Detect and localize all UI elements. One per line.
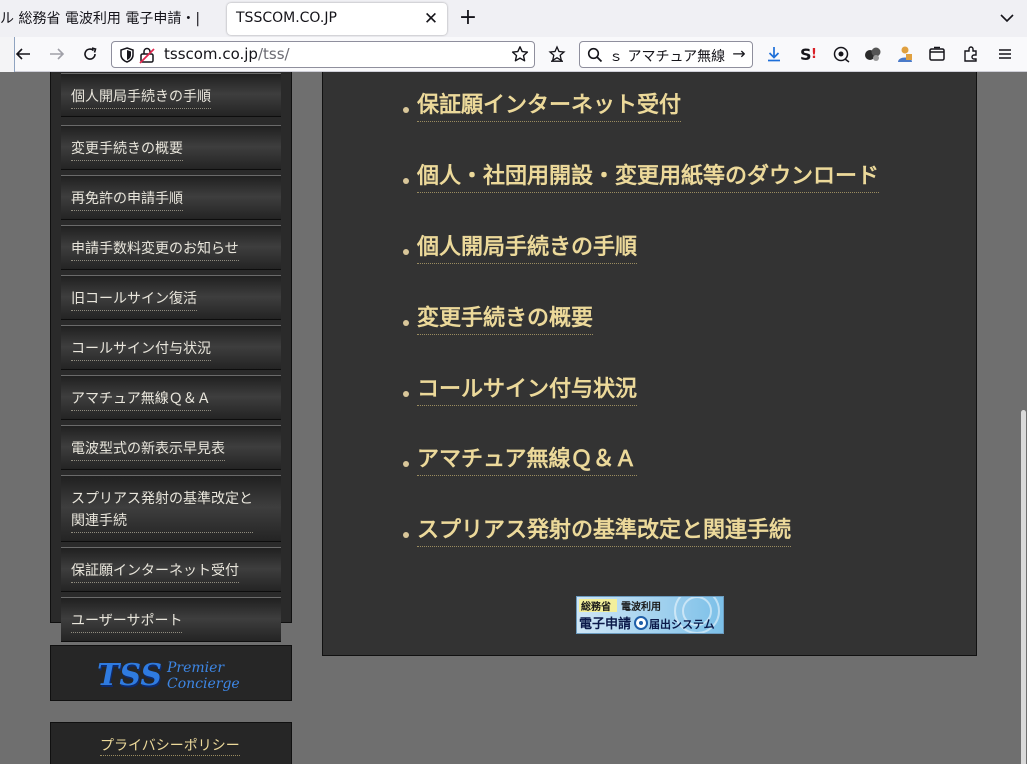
extension-balls-icon[interactable] — [862, 43, 884, 65]
banner-line2b: 届出システム — [649, 617, 715, 631]
sidebar-item-label[interactable]: ユーザーサポート — [71, 610, 183, 633]
sidebar-item-label[interactable]: スプリアス発射の基準改定と 関連手続 — [71, 488, 253, 533]
sidebar-item-label-line1: スプリアス発射の基準改定と — [71, 491, 253, 507]
sidebar-item-callsign-status[interactable]: コールサイン付与状況 — [61, 325, 281, 370]
bookmark-star-icon[interactable] — [511, 45, 529, 63]
sidebar-item-old-callsign[interactable]: 旧コールサイン復活 — [61, 275, 281, 320]
privacy-policy-link[interactable]: プライバシーポリシー — [100, 735, 240, 756]
banner-line1a: 総務省 — [581, 600, 611, 613]
denpa-e-application-banner[interactable]: 総務省 電波利用 電子申請 届出システム — [576, 588, 724, 634]
sidebar-item-label[interactable]: アマチュア無線Ｑ＆Ａ — [71, 388, 211, 411]
extension-gear-icon[interactable] — [830, 43, 852, 65]
back-icon[interactable] — [12, 43, 34, 65]
page-content: 個人開局手続きの手順 変更手続きの概要 再免許の申請手順 申請手数料変更のお知ら… — [0, 72, 1027, 764]
sidebar-item-label-line2: 関連手続 — [71, 513, 127, 529]
reload-icon[interactable] — [79, 43, 101, 65]
sidebar-item-kaikyoku[interactable]: 個人開局手続きの手順 — [61, 73, 281, 117]
banner-graphic: 総務省 電波利用 電子申請 届出システム — [579, 588, 720, 634]
extension-person-icon[interactable] — [894, 43, 916, 65]
tab-bar: ル 総務省 電波利用 電子申請・| TSSCOM.CO.JP ✕ + — [0, 0, 1027, 37]
tss-logo-line1: Premier — [166, 660, 225, 676]
sidebar-item-henkou[interactable]: 変更手続きの概要 — [61, 125, 281, 170]
bullet-icon — [403, 107, 409, 113]
sidebar-item-label[interactable]: 電波型式の新表示早見表 — [71, 438, 225, 461]
hamburger-menu-icon[interactable] — [994, 43, 1016, 65]
main-link-panel: 保証願インターネット受付 個人・社団用開設・変更用紙等のダウンロード 個人開局手… — [322, 72, 977, 656]
new-tab-icon[interactable]: + — [457, 6, 479, 30]
bullet-icon — [403, 320, 409, 326]
sidebar-item-spurious[interactable]: スプリアス発射の基準改定と 関連手続 — [61, 475, 281, 542]
search-icon — [587, 47, 603, 63]
sidebar-item-label[interactable]: 変更手続きの概要 — [71, 138, 183, 161]
insecure-lock-icon[interactable] — [139, 46, 155, 64]
main-link-row: コールサイン付与状況 — [403, 373, 638, 407]
tab-previous-title: ル 総務省 電波利用 電子申請・| — [0, 11, 201, 27]
sidebar-item-emission-table[interactable]: 電波型式の新表示早見表 — [61, 425, 281, 470]
sidebar-item-saimenkyo[interactable]: 再免許の申請手順 — [61, 175, 281, 220]
bullet-icon — [403, 178, 409, 184]
privacy-policy-box: プライバシーポリシー — [50, 722, 292, 764]
tss-logo[interactable]: TSS TSS Premier Concierge — [97, 655, 247, 695]
banner-line1b: 電波利用 — [621, 600, 661, 613]
bookmarks-menu-icon[interactable] — [546, 43, 568, 65]
main-link-row: 保証願インターネット受付 — [403, 89, 682, 123]
main-link-row: 個人・社団用開設・変更用紙等のダウンロード — [403, 160, 880, 194]
banner-line2a: 電子申請 — [579, 616, 631, 632]
main-link-row: アマチュア無線Ｑ＆Ａ — [403, 443, 637, 477]
sidebar-menu: 個人開局手続きの手順 変更手続きの概要 再免許の申請手順 申請手数料変更のお知ら… — [50, 72, 292, 642]
extensions-puzzle-icon[interactable] — [960, 43, 982, 65]
close-tab-icon[interactable]: ✕ — [421, 9, 441, 29]
sidebar-item-label[interactable]: 旧コールサイン復活 — [71, 288, 197, 311]
tab-previous[interactable]: ル 総務省 電波利用 電子申請・| — [0, 7, 212, 31]
search-go-icon[interactable]: → — [730, 45, 748, 63]
sidebar-item-guarantee[interactable]: 保証願インターネット受付 — [61, 547, 281, 592]
main-link-guarantee[interactable]: 保証願インターネット受付 — [417, 91, 682, 122]
sidebar-item-label[interactable]: 再免許の申請手順 — [71, 188, 183, 211]
tab-manager-icon[interactable] — [926, 43, 948, 65]
url-host: tsscom.co.jp — [164, 45, 258, 63]
sidebar-item-qa[interactable]: アマチュア無線Ｑ＆Ａ — [61, 375, 281, 420]
url-text[interactable]: tsscom.co.jp/tss/ — [164, 45, 290, 63]
tab-active-title: TSSCOM.CO.JP — [236, 10, 337, 26]
main-link-row: 個人開局手続きの手順 — [403, 231, 638, 265]
download-icon[interactable] — [763, 43, 785, 65]
main-link-henkou[interactable]: 変更手続きの概要 — [417, 304, 594, 335]
tss-premier-concierge-banner[interactable]: TSS TSS Premier Concierge — [50, 645, 292, 701]
tss-logo-brand: TSS — [97, 658, 162, 693]
main-link-qa[interactable]: アマチュア無線Ｑ＆Ａ — [417, 445, 637, 476]
sidebar-item-label[interactable]: 個人開局手続きの手順 — [71, 86, 211, 109]
main-link-spurious[interactable]: スプリアス発射の基準改定と関連手続 — [417, 516, 792, 547]
sidebar-item-label[interactable]: 申請手数料変更のお知らせ — [71, 238, 239, 261]
svg-text:!: ! — [811, 47, 817, 62]
bullet-icon — [403, 461, 409, 467]
search-bar[interactable]: ｓ アマチュア無線 → — [579, 41, 753, 68]
shield-icon[interactable] — [118, 46, 136, 64]
svg-text:S: S — [800, 45, 812, 64]
bullet-icon — [403, 532, 409, 538]
search-input[interactable]: ｓ アマチュア無線 — [609, 46, 725, 66]
page-scrollbar[interactable] — [1021, 410, 1026, 764]
main-link-download[interactable]: 個人・社団用開設・変更用紙等のダウンロード — [417, 162, 880, 193]
tab-active[interactable]: TSSCOM.CO.JP ✕ — [227, 3, 447, 35]
sidebar-item-label[interactable]: コールサイン付与状況 — [71, 338, 211, 361]
url-path: /tss/ — [257, 45, 290, 63]
nav-bar: tsscom.co.jp/tss/ ｓ アマチュア無線 → S! — [0, 37, 1027, 72]
forward-icon[interactable] — [46, 43, 68, 65]
main-link-callsign[interactable]: コールサイン付与状況 — [417, 375, 638, 406]
main-link-row: スプリアス発射の基準改定と関連手続 — [403, 514, 792, 548]
sidebar-item-support[interactable]: ユーザーサポート — [61, 597, 281, 642]
bullet-icon — [403, 249, 409, 255]
url-bar[interactable]: tsscom.co.jp/tss/ — [111, 41, 535, 68]
chevron-down-icon[interactable] — [997, 8, 1017, 28]
tss-logo-line2: Concierge — [167, 676, 240, 692]
sidebar-item-label[interactable]: 保証願インターネット受付 — [71, 560, 239, 583]
main-link-kaikyoku[interactable]: 個人開局手続きの手順 — [417, 233, 638, 264]
sidebar-item-fee-change[interactable]: 申請手数料変更のお知らせ — [61, 225, 281, 270]
extension-s-icon[interactable]: S! — [797, 43, 819, 65]
bullet-icon — [403, 391, 409, 397]
main-link-row: 変更手続きの概要 — [403, 302, 594, 336]
